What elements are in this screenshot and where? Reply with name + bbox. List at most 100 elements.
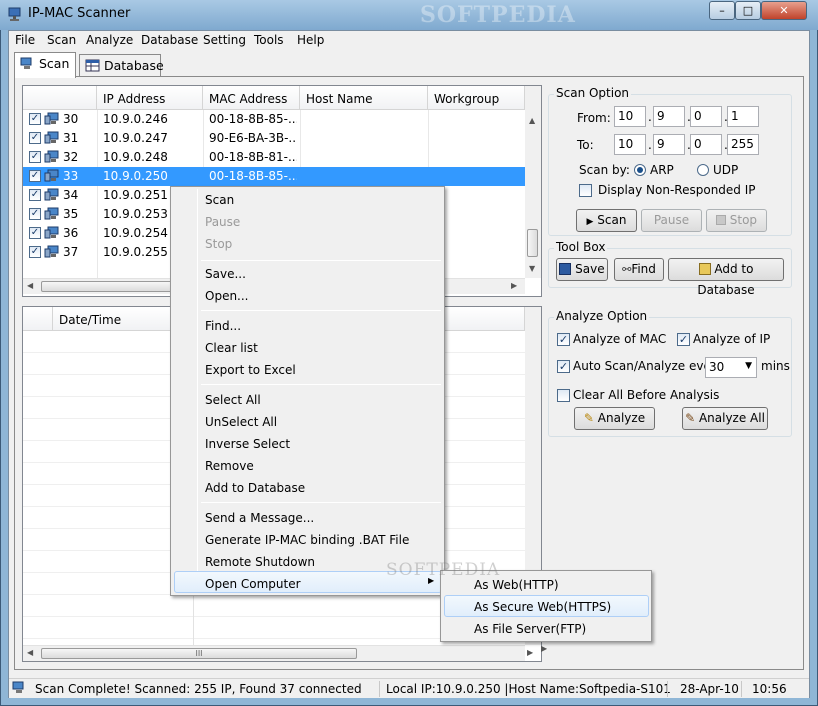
row-ip: 10.9.0.250	[103, 169, 168, 183]
context-menu-item[interactable]: Inverse Select	[205, 437, 290, 451]
from-octet-4[interactable]: 1	[727, 106, 759, 127]
scroll-up-icon[interactable]: ▲	[529, 116, 535, 125]
to-octet-1[interactable]: 10	[614, 134, 646, 155]
column-header-mac[interactable]: MAC Address	[203, 86, 300, 110]
submenu-item[interactable]: As Web(HTTP)	[474, 578, 559, 592]
udp-label: UDP	[713, 163, 739, 177]
row-checkbox[interactable]: ✓	[29, 208, 41, 220]
submenu-item[interactable]: As Secure Web(HTTPS)	[474, 600, 611, 614]
row-checkbox[interactable]: ✓	[29, 170, 41, 182]
row-ip: 10.9.0.255	[103, 245, 168, 259]
context-menu-item[interactable]: Generate IP-MAC binding .BAT File	[205, 533, 409, 547]
context-menu-item[interactable]: Send a Message...	[205, 511, 314, 525]
context-menu-item[interactable]: Clear list	[205, 341, 258, 355]
column-header-host[interactable]: Host Name	[300, 86, 428, 110]
title-bar[interactable]: IP-MAC Scanner SOFTPEDIA – □ ✕	[0, 0, 818, 30]
tab-scan-label: Scan	[39, 56, 70, 71]
context-menu-item[interactable]: Save...	[205, 267, 246, 281]
udp-radio[interactable]	[697, 164, 709, 176]
scroll-right-icon[interactable]: ▶	[541, 644, 547, 653]
arp-radio[interactable]	[634, 164, 646, 176]
display-non-responded-checkbox[interactable]	[579, 184, 592, 197]
from-octet-3[interactable]: 0	[690, 106, 722, 127]
interval-value: 30	[709, 360, 725, 374]
submenu-item[interactable]: As File Server(FTP)	[474, 622, 586, 636]
context-menu-item[interactable]: UnSelect All	[205, 415, 277, 429]
tab-scan[interactable]: Scan	[14, 52, 76, 78]
context-menu-item[interactable]: Export to Excel	[205, 363, 296, 377]
scroll-thumb[interactable]	[527, 229, 538, 257]
row-checkbox[interactable]: ✓	[29, 151, 41, 163]
from-octet-2[interactable]: 9	[653, 106, 685, 127]
computer-icon	[44, 150, 59, 163]
row-ip: 10.9.0.248	[103, 150, 168, 164]
table-row[interactable]: ✓ 31 10.9.0.247 90-E6-BA-3B-...	[23, 129, 525, 148]
menu-database[interactable]: Database	[141, 33, 198, 47]
context-menu-item[interactable]: Select All	[205, 393, 261, 407]
column-header-ip[interactable]: IP Address	[97, 86, 203, 110]
hscroll-thumb[interactable]: III	[41, 648, 357, 659]
add-to-database-button[interactable]: Add to Database	[668, 258, 784, 297]
scroll-right-icon[interactable]: ▶	[511, 281, 517, 290]
scan-button[interactable]: ▶ Scan	[576, 209, 637, 232]
maximize-button[interactable]: □	[735, 1, 761, 20]
scan-button-label: Scan	[597, 213, 627, 227]
menu-file[interactable]: File	[15, 33, 35, 47]
result-list-hscroll[interactable]: ◀ III ▶	[23, 645, 533, 661]
auto-scan-checkbox[interactable]: ✓	[557, 360, 570, 373]
column-header-index[interactable]	[23, 86, 97, 110]
tab-database[interactable]: Database	[79, 54, 164, 76]
column-header-blank[interactable]	[23, 307, 53, 331]
save-button[interactable]: Save	[556, 258, 608, 281]
to-octet-2[interactable]: 9	[653, 134, 685, 155]
menu-analyze[interactable]: Analyze	[86, 33, 133, 47]
context-menu-item[interactable]: Add to Database	[205, 481, 305, 495]
row-checkbox[interactable]: ✓	[29, 113, 41, 125]
row-checkbox[interactable]: ✓	[29, 132, 41, 144]
row-checkbox[interactable]: ✓	[29, 246, 41, 258]
wand-icon: ✎	[583, 411, 594, 425]
scroll-right-icon[interactable]: ▶	[527, 648, 533, 657]
table-row[interactable]: ✓ 33 10.9.0.250 00-18-8B-85-...	[23, 167, 525, 186]
find-button[interactable]: ⚯Find	[614, 258, 664, 281]
row-checkbox[interactable]: ✓	[29, 227, 41, 239]
interval-select[interactable]: 30 ▼	[705, 357, 757, 378]
display-non-responded-label: Display Non-Responded IP	[598, 183, 756, 197]
table-row[interactable]: ✓ 32 10.9.0.248 00-18-8B-81-...	[23, 148, 525, 167]
stop-button[interactable]: Stop	[706, 209, 767, 232]
scan-list-vscroll[interactable]: ▲ ▼	[525, 86, 541, 278]
context-menu-item[interactable]: Stop	[205, 237, 232, 251]
minimize-button[interactable]: –	[709, 1, 735, 20]
pause-button[interactable]: Pause	[641, 209, 702, 232]
close-button[interactable]: ✕	[761, 1, 807, 20]
analyze-button[interactable]: ✎ Analyze	[574, 407, 655, 430]
floppy-icon	[559, 263, 572, 275]
menu-scan[interactable]: Scan	[47, 33, 76, 47]
clear-all-label: Clear All Before Analysis	[573, 388, 720, 402]
scroll-down-icon[interactable]: ▼	[529, 264, 535, 273]
clear-all-checkbox[interactable]	[557, 389, 570, 402]
analyze-mac-checkbox[interactable]: ✓	[557, 333, 570, 346]
row-ip: 10.9.0.254	[103, 226, 168, 240]
column-header-workgroup[interactable]: Workgroup	[428, 86, 525, 110]
row-checkbox[interactable]: ✓	[29, 189, 41, 201]
to-octet-4[interactable]: 255	[727, 134, 759, 155]
context-menu-item[interactable]: Remote Shutdown	[205, 555, 315, 569]
menu-setting[interactable]: Setting	[203, 33, 246, 47]
menu-tools[interactable]: Tools	[254, 33, 284, 47]
row-number: 33	[63, 169, 79, 183]
context-menu-item[interactable]: Pause	[205, 215, 240, 229]
table-row[interactable]: ✓ 30 10.9.0.246 00-18-8B-85-...	[23, 110, 525, 129]
scroll-left-icon[interactable]: ◀	[27, 648, 33, 657]
context-menu-item[interactable]: Open Computer	[205, 577, 301, 591]
from-octet-1[interactable]: 10	[614, 106, 646, 127]
context-menu-item[interactable]: Open...	[205, 289, 249, 303]
context-menu-item[interactable]: Find...	[205, 319, 241, 333]
context-menu-item[interactable]: Remove	[205, 459, 254, 473]
analyze-all-button[interactable]: ✎ Analyze All	[682, 407, 768, 430]
menu-help[interactable]: Help	[297, 33, 324, 47]
context-menu-item[interactable]: Scan	[205, 193, 234, 207]
scroll-left-icon[interactable]: ◀	[27, 281, 33, 290]
to-octet-3[interactable]: 0	[690, 134, 722, 155]
analyze-ip-checkbox[interactable]: ✓	[677, 333, 690, 346]
